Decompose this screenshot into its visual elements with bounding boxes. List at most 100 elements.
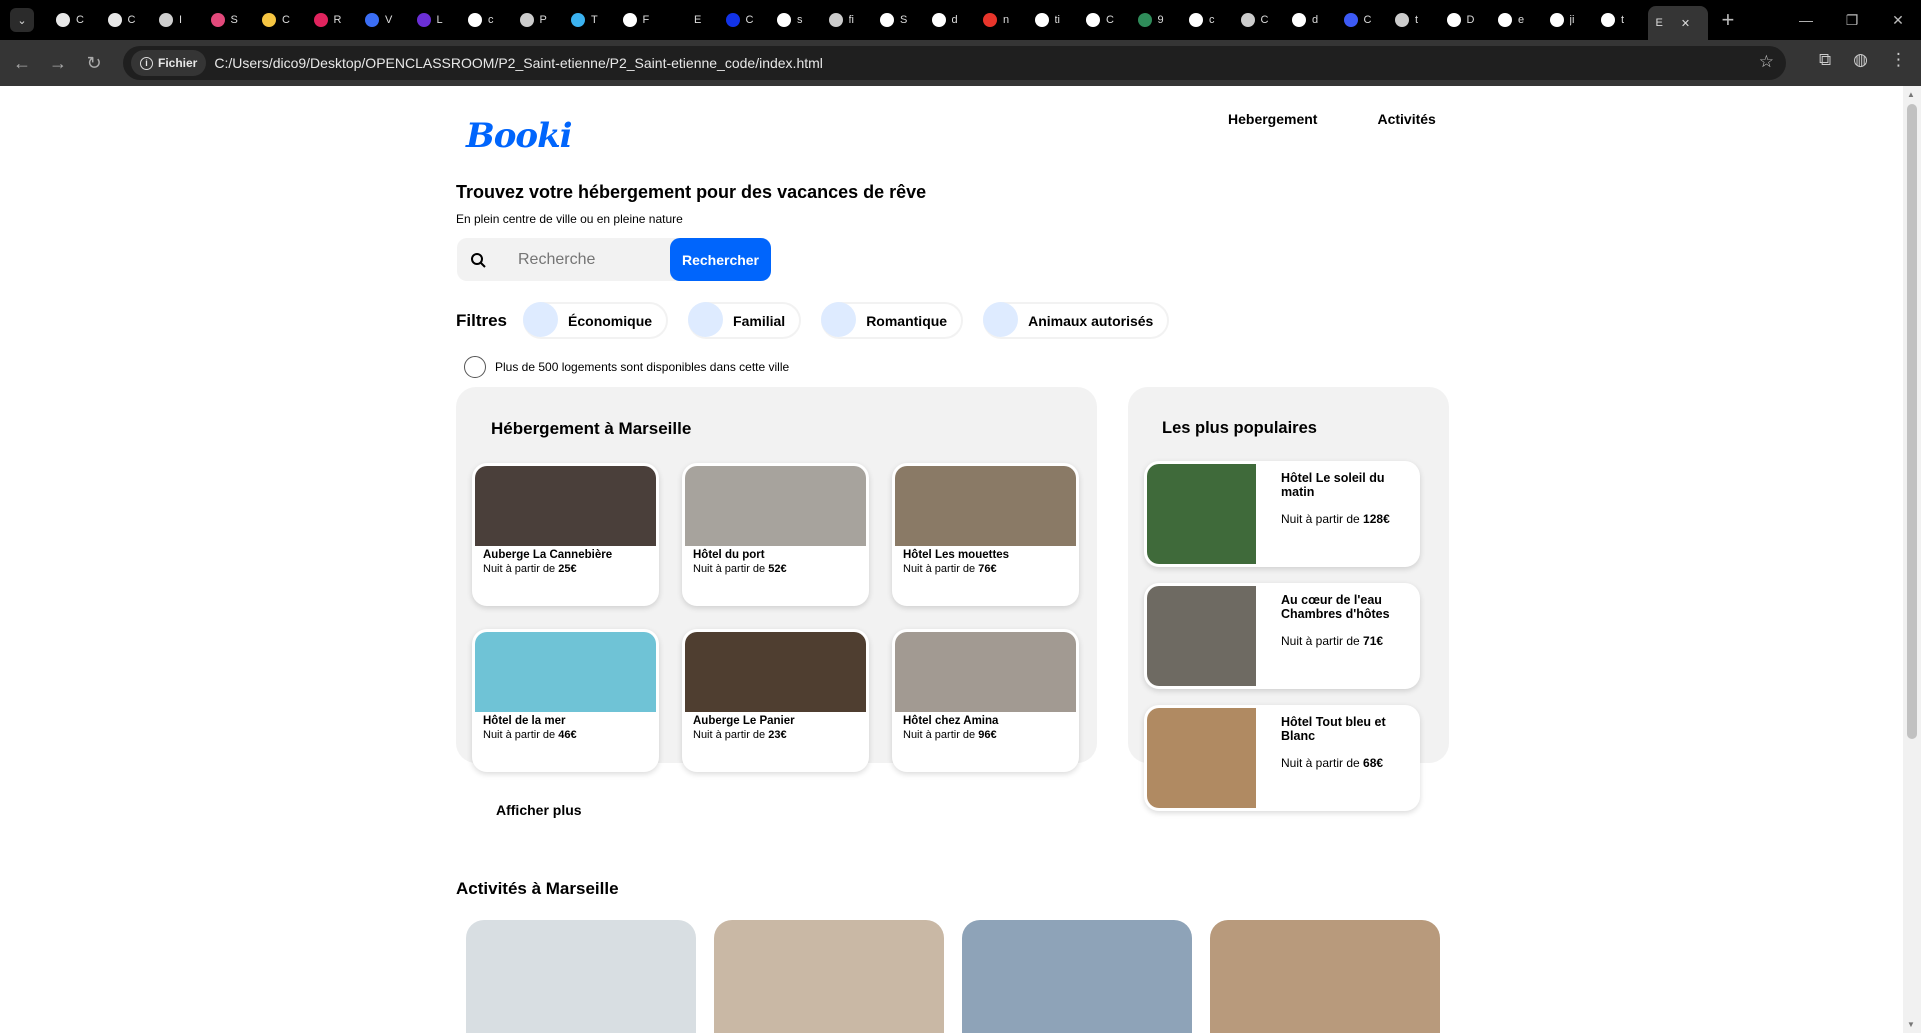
- tab-title: P: [539, 14, 547, 26]
- browser-tab[interactable]: fi: [824, 0, 876, 40]
- browser-tab[interactable]: d: [927, 0, 979, 40]
- hebergement-photo: [895, 632, 1076, 712]
- hebergement-card[interactable]: Hôtel chez Amina Nuit à partir de 96€: [892, 629, 1079, 772]
- forward-icon[interactable]: →: [40, 53, 76, 74]
- hebergement-card[interactable]: Hôtel de la mer Nuit à partir de 46€: [472, 629, 659, 772]
- populaire-card[interactable]: Hôtel Le soleil du matin Nuit à partir de…: [1144, 461, 1420, 567]
- k-icon: [1137, 13, 1152, 27]
- activite-card[interactable]: [1210, 920, 1440, 1033]
- scrollbar-thumb[interactable]: [1907, 104, 1917, 739]
- scroll-up-icon[interactable]: ▲: [1907, 90, 1915, 99]
- browser-tab[interactable]: c: [1184, 0, 1236, 40]
- activites-title: Activités à Marseille: [456, 879, 619, 898]
- browser-tab[interactable]: R: [309, 0, 361, 40]
- reload-icon[interactable]: ↻: [76, 53, 112, 74]
- extensions-icon[interactable]: ⧉: [1819, 50, 1831, 70]
- tab-search-button[interactable]: ⌄: [10, 8, 34, 32]
- browser-tab[interactable]: E: [669, 0, 721, 40]
- populaire-price: Nuit à partir de 71€: [1281, 634, 1384, 648]
- browser-tab[interactable]: S: [875, 0, 927, 40]
- close-window-icon[interactable]: ✕: [1875, 12, 1921, 29]
- browser-tab[interactable]: S: [206, 0, 258, 40]
- hebergement-card[interactable]: Auberge La Cannebière Nuit à partir de 25…: [472, 463, 659, 606]
- tab-title: E: [1655, 17, 1663, 29]
- close-tab-icon[interactable]: ✕: [1681, 17, 1690, 30]
- back-icon[interactable]: ←: [4, 53, 40, 74]
- scroll-down-icon[interactable]: ▼: [1907, 1020, 1915, 1029]
- bookmark-star-icon[interactable]: ☆: [1759, 52, 1774, 72]
- filter-romantique[interactable]: Romantique: [821, 302, 964, 339]
- address-bar[interactable]: i Fichier C:/Users/dico9/Desktop/OPENCLAS…: [123, 46, 1786, 80]
- tab-title: s: [797, 14, 803, 26]
- hexagon-icon: [1343, 13, 1358, 27]
- menu-icon[interactable]: ⋮: [1890, 50, 1907, 70]
- browser-tab[interactable]: s: [772, 0, 824, 40]
- google-icon: [777, 13, 791, 27]
- activite-card[interactable]: [714, 920, 944, 1033]
- browser-tab[interactable]: T: [566, 0, 618, 40]
- toolbar-actions: ⧉ ◍ ⋮: [1819, 50, 1907, 70]
- populaire-card[interactable]: Au cœur de l'eau Chambres d'hôtes Nuit à …: [1144, 583, 1420, 689]
- nav-link-hebergement[interactable]: Hebergement: [1228, 111, 1317, 127]
- browser-tab[interactable]: 9: [1133, 0, 1185, 40]
- browser-tab[interactable]: C: [51, 0, 103, 40]
- site-info-chip[interactable]: i Fichier: [131, 50, 207, 76]
- browser-tab[interactable]: V: [360, 0, 412, 40]
- info-icon: i: [140, 56, 153, 70]
- browser-tab[interactable]: C: [1339, 0, 1391, 40]
- hebergement-card[interactable]: Hôtel du port Nuit à partir de 52€: [682, 463, 869, 606]
- hexagon-icon: [416, 13, 431, 27]
- activite-card[interactable]: [466, 920, 696, 1033]
- browser-tab[interactable]: F: [618, 0, 670, 40]
- show-more-link[interactable]: Afficher plus: [496, 802, 582, 818]
- populaire-card[interactable]: Hôtel Tout bleu et Blanc Nuit à partir de…: [1144, 705, 1420, 811]
- browser-tab[interactable]: C: [721, 0, 773, 40]
- search-button[interactable]: Rechercher: [670, 238, 771, 281]
- tab-title: c: [1209, 14, 1215, 26]
- logo[interactable]: Booki: [466, 116, 573, 156]
- browser-tab[interactable]: I: [154, 0, 206, 40]
- hebergement-card[interactable]: Hôtel Les mouettes Nuit à partir de 76€: [892, 463, 1079, 606]
- url-text[interactable]: C:/Users/dico9/Desktop/OPENCLASSROOM/P2_…: [214, 55, 823, 71]
- browser-tab[interactable]: e: [1493, 0, 1545, 40]
- tab-title: e: [1518, 14, 1525, 26]
- populaire-price: Nuit à partir de 68€: [1281, 756, 1384, 770]
- browser-tab[interactable]: C: [1081, 0, 1133, 40]
- browser-tab[interactable]: ji: [1545, 0, 1597, 40]
- page-scrollbar[interactable]: ▲ ▼: [1903, 86, 1921, 1033]
- browser-tab[interactable]: L: [412, 0, 464, 40]
- page-title: Trouvez votre hébergement pour des vacan…: [456, 182, 927, 202]
- minimize-icon[interactable]: —: [1783, 12, 1829, 29]
- new-tab-button[interactable]: +: [1722, 7, 1742, 33]
- filter-familial[interactable]: Familial: [688, 302, 802, 339]
- wave-icon: [571, 13, 585, 27]
- tab-title: C: [1106, 14, 1114, 26]
- browser-tab[interactable]: d: [1287, 0, 1339, 40]
- tab-title: E: [694, 14, 702, 26]
- search-input[interactable]: [498, 238, 678, 281]
- browser-tab[interactable]: C: [103, 0, 155, 40]
- browser-tab[interactable]: C: [1236, 0, 1288, 40]
- triangle-icon: [56, 13, 70, 27]
- browser-tab[interactable]: t: [1596, 0, 1648, 40]
- activite-card[interactable]: [962, 920, 1192, 1033]
- nav-link-activites[interactable]: Activités: [1377, 111, 1435, 127]
- browser-tab[interactable]: t: [1390, 0, 1442, 40]
- browser-tab[interactable]: ti: [1030, 0, 1082, 40]
- tab-title: I: [179, 14, 183, 26]
- browser-tab[interactable]: P: [515, 0, 567, 40]
- filter-economique[interactable]: Économique: [523, 302, 669, 339]
- active-tab[interactable]: E ✕: [1647, 6, 1708, 40]
- hebergement-name: Hôtel de la mer: [483, 715, 566, 727]
- hebergement-card[interactable]: Auberge Le Panier Nuit à partir de 23€: [682, 629, 869, 772]
- filter-animaux[interactable]: Animaux autorisés: [983, 302, 1170, 339]
- maximize-icon[interactable]: ❐: [1829, 12, 1875, 29]
- profile-icon[interactable]: ◍: [1853, 50, 1868, 70]
- browser-tab[interactable]: C: [257, 0, 309, 40]
- triangle-icon: [107, 13, 122, 27]
- google-icon: [468, 13, 482, 27]
- browser-tab[interactable]: n: [978, 0, 1030, 40]
- populaires-section: Les plus populaires Hôtel Le soleil du m…: [1128, 387, 1449, 811]
- browser-tab[interactable]: c: [463, 0, 515, 40]
- browser-tab[interactable]: D: [1442, 0, 1494, 40]
